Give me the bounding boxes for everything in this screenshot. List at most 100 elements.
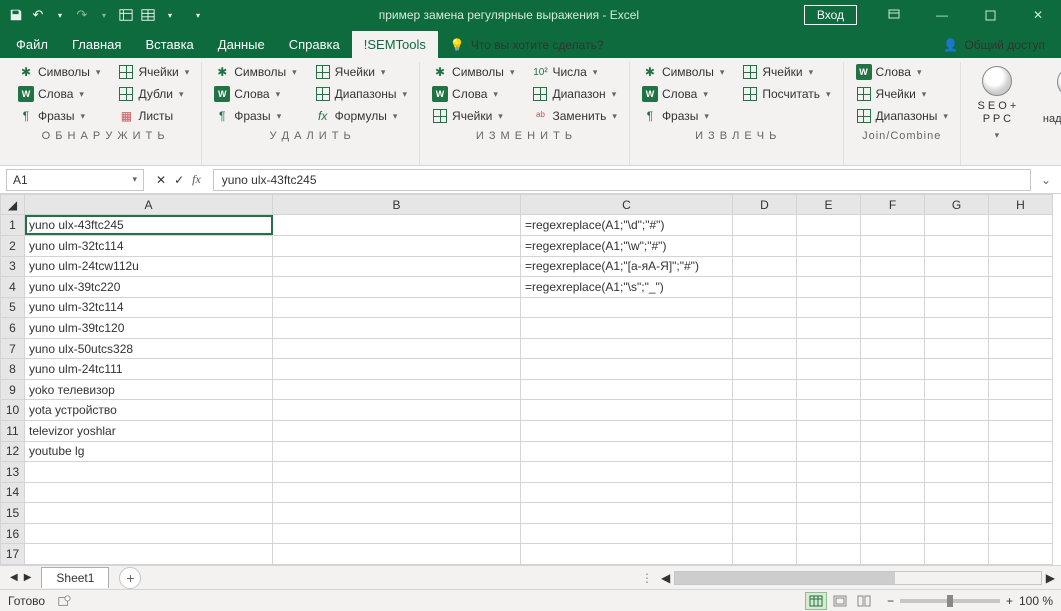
cell-F3[interactable]: [861, 256, 925, 277]
cell-B8[interactable]: [273, 359, 521, 380]
rb-del-words[interactable]: WСлова▾: [210, 84, 300, 104]
row-header[interactable]: 2: [1, 235, 25, 256]
cell-E15[interactable]: [797, 503, 861, 524]
cell-F6[interactable]: [861, 318, 925, 339]
col-header-G[interactable]: G: [925, 195, 989, 215]
cell-G12[interactable]: [925, 441, 989, 462]
cell-A12[interactable]: youtube lg: [25, 441, 273, 462]
rb-ch-range[interactable]: Диапазон▾: [528, 84, 620, 104]
cell-E12[interactable]: [797, 441, 861, 462]
cell-C12[interactable]: [521, 441, 733, 462]
col-header-B[interactable]: B: [273, 195, 521, 215]
cell-H3[interactable]: [989, 256, 1053, 277]
big-seo-button[interactable]: S E O + P P C ▾: [969, 62, 1025, 145]
cell-G16[interactable]: [925, 523, 989, 544]
cell-F8[interactable]: [861, 359, 925, 380]
cell-E5[interactable]: [797, 297, 861, 318]
cell-H2[interactable]: [989, 235, 1053, 256]
cell-D16[interactable]: [733, 523, 797, 544]
cell-C16[interactable]: [521, 523, 733, 544]
rb-sheets[interactable]: ▦Листы: [114, 106, 193, 126]
cell-D6[interactable]: [733, 318, 797, 339]
cell-C6[interactable]: [521, 318, 733, 339]
share-button[interactable]: 👤 Общий доступ: [931, 32, 1057, 58]
cell-F1[interactable]: [861, 215, 925, 236]
zoom-value[interactable]: 100 %: [1019, 594, 1053, 608]
rb-words[interactable]: WСлова▾: [14, 84, 104, 104]
rb-jn-cells[interactable]: Ячейки▾: [852, 84, 952, 104]
cell-B12[interactable]: [273, 441, 521, 462]
rb-jn-ranges[interactable]: Диапазоны▾: [852, 106, 952, 126]
cell-G13[interactable]: [925, 462, 989, 483]
row-header[interactable]: 14: [1, 482, 25, 503]
rb-del-phrases[interactable]: ¶Фразы▾: [210, 106, 300, 126]
name-box[interactable]: A1▾: [6, 169, 144, 191]
cell-B11[interactable]: [273, 421, 521, 442]
tellme-input[interactable]: 💡 Что вы хотите сделать?: [438, 32, 616, 58]
cell-G8[interactable]: [925, 359, 989, 380]
cell-H8[interactable]: [989, 359, 1053, 380]
cell-D15[interactable]: [733, 503, 797, 524]
row-header[interactable]: 7: [1, 338, 25, 359]
cell-G14[interactable]: [925, 482, 989, 503]
cell-H12[interactable]: [989, 441, 1053, 462]
row-header[interactable]: 9: [1, 379, 25, 400]
undo-dd-icon[interactable]: ▾: [52, 7, 68, 23]
zoom-in-icon[interactable]: +: [1006, 594, 1013, 608]
cell-C3[interactable]: =regexreplace(A1;"[а-яА-Я]";"#"): [521, 256, 733, 277]
rb-jn-words[interactable]: WСлова▾: [852, 62, 952, 82]
row-header[interactable]: 8: [1, 359, 25, 380]
cell-B4[interactable]: [273, 277, 521, 298]
cell-D13[interactable]: [733, 462, 797, 483]
sheet-tab-1[interactable]: Sheet1: [41, 567, 109, 588]
minimize-icon[interactable]: —: [919, 0, 965, 30]
cell-B6[interactable]: [273, 318, 521, 339]
qa-customize-icon[interactable]: ▾: [190, 7, 206, 23]
cell-B5[interactable]: [273, 297, 521, 318]
cell-H1[interactable]: [989, 215, 1053, 236]
cell-D14[interactable]: [733, 482, 797, 503]
cell-C8[interactable]: [521, 359, 733, 380]
cell-F4[interactable]: [861, 277, 925, 298]
qa-dd-icon[interactable]: ▾: [162, 7, 178, 23]
row-header[interactable]: 5: [1, 297, 25, 318]
cell-D3[interactable]: [733, 256, 797, 277]
cell-A15[interactable]: [25, 503, 273, 524]
cell-H16[interactable]: [989, 523, 1053, 544]
cancel-formula-icon[interactable]: ✕: [156, 173, 166, 187]
cell-H14[interactable]: [989, 482, 1053, 503]
cell-G11[interactable]: [925, 421, 989, 442]
cell-F15[interactable]: [861, 503, 925, 524]
tab-prev-icon[interactable]: ◀: [10, 572, 18, 583]
big-about-button[interactable]: О надстройке ▾: [1035, 62, 1061, 145]
rb-ch-numbers[interactable]: 10²Числа▾: [528, 62, 620, 82]
cell-C11[interactable]: [521, 421, 733, 442]
formula-expand-icon[interactable]: ⌄: [1037, 173, 1055, 187]
cell-E2[interactable]: [797, 235, 861, 256]
rb-ex-words[interactable]: WСлова▾: [638, 84, 728, 104]
rb-ch-cells[interactable]: Ячейки▾: [428, 106, 518, 126]
cell-C7[interactable]: [521, 338, 733, 359]
cell-B1[interactable]: [273, 215, 521, 236]
menu-insert[interactable]: Вставка: [133, 31, 205, 58]
cell-F14[interactable]: [861, 482, 925, 503]
cell-D10[interactable]: [733, 400, 797, 421]
cell-H17[interactable]: [989, 544, 1053, 565]
cell-B3[interactable]: [273, 256, 521, 277]
cell-F5[interactable]: [861, 297, 925, 318]
cell-C15[interactable]: [521, 503, 733, 524]
cell-E3[interactable]: [797, 256, 861, 277]
cell-G3[interactable]: [925, 256, 989, 277]
cell-F11[interactable]: [861, 421, 925, 442]
rb-del-ranges[interactable]: Диапазоны▾: [311, 84, 411, 104]
qa-icon-2[interactable]: [140, 7, 156, 23]
cell-H4[interactable]: [989, 277, 1053, 298]
cell-G2[interactable]: [925, 235, 989, 256]
qa-icon-1[interactable]: [118, 7, 134, 23]
rb-symbols[interactable]: ✱Символы▾: [14, 62, 104, 82]
tab-next-icon[interactable]: ▶: [24, 572, 32, 583]
macro-record-icon[interactable]: [57, 594, 71, 608]
cell-D12[interactable]: [733, 441, 797, 462]
cell-A4[interactable]: yuno ulx-39tc220: [25, 277, 273, 298]
rb-del-cells[interactable]: Ячейки▾: [311, 62, 411, 82]
